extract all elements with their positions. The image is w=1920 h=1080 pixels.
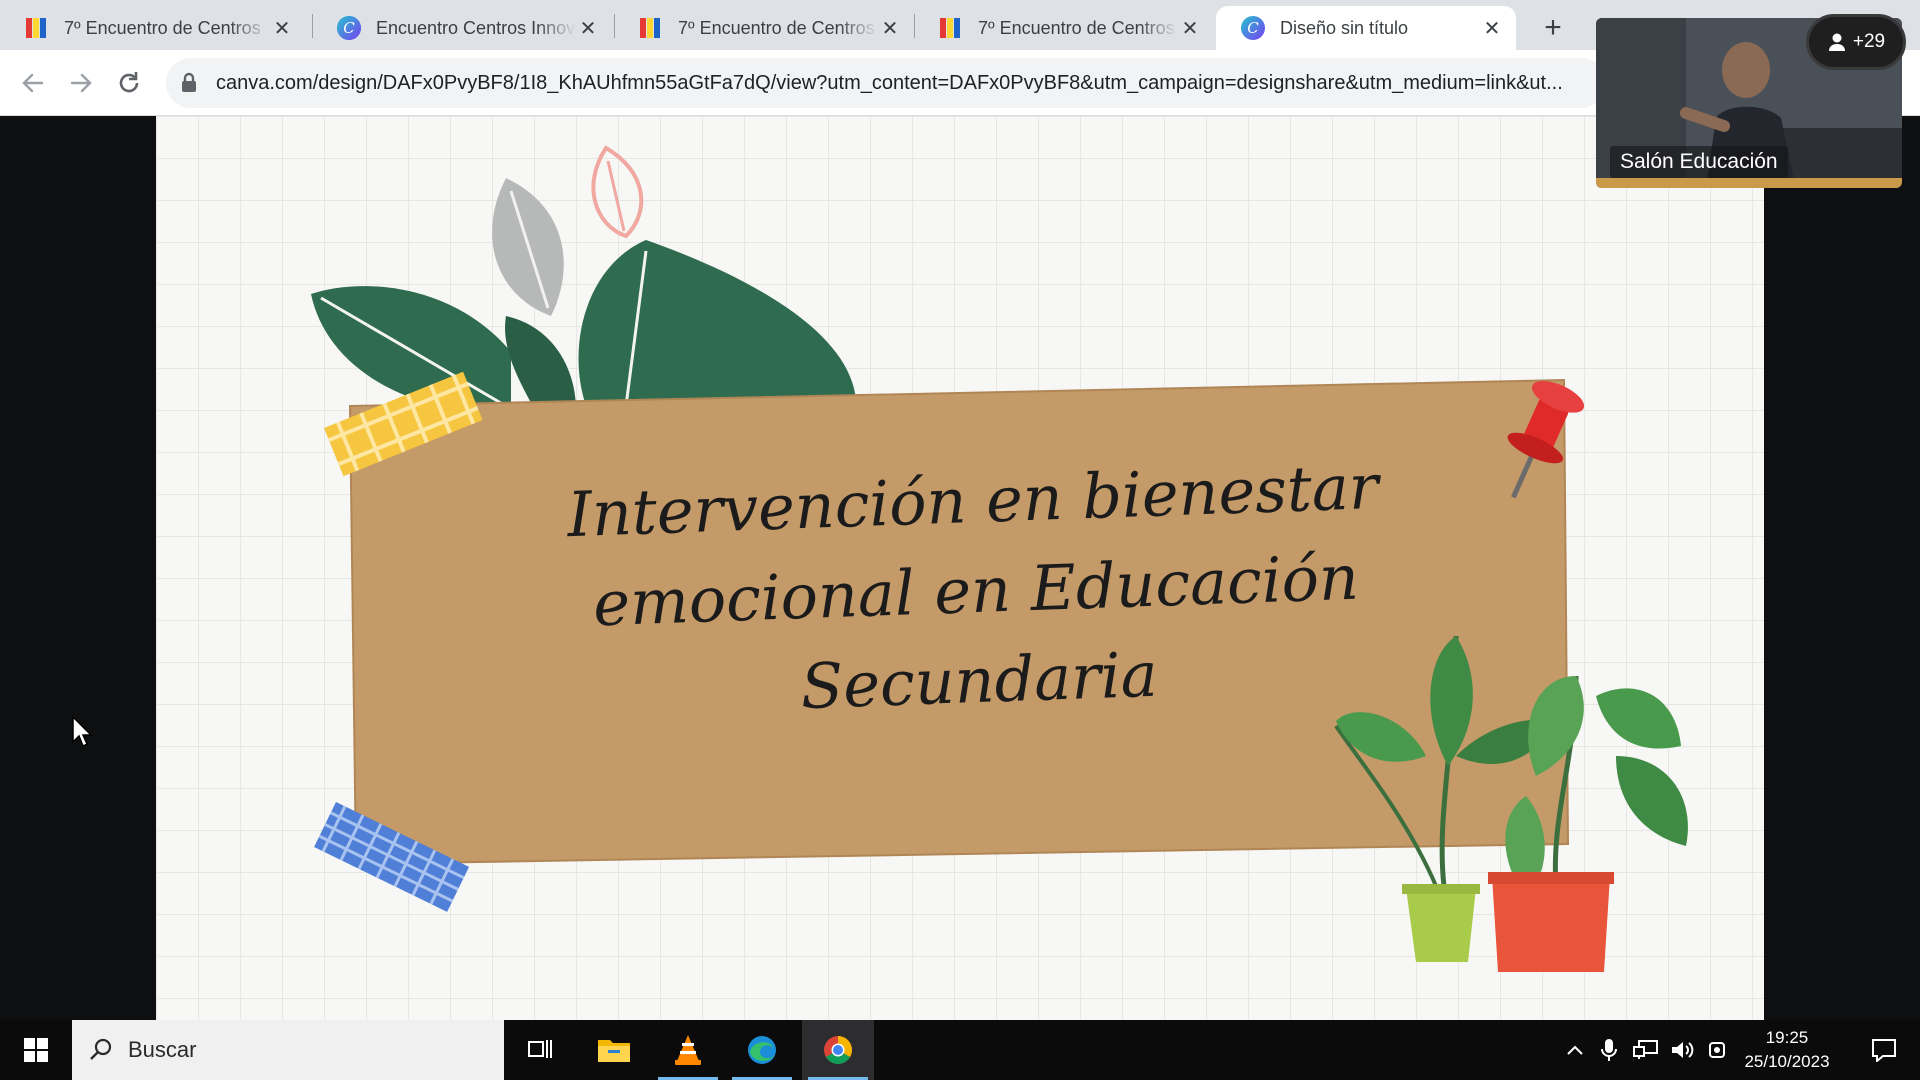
network-icon (1633, 1040, 1658, 1059)
screen: 7º Encuentro de Centros ✕ C Encuentro Ce… (0, 0, 1920, 1080)
participant-count-badge[interactable]: +29 (1806, 14, 1906, 70)
tab-title: 7º Encuentro de Centros (978, 17, 1175, 38)
tab-title: Encuentro Centros Innov (376, 17, 576, 38)
close-icon[interactable]: ✕ (576, 16, 600, 40)
colored-logo-icon (640, 18, 660, 38)
tab-title: 7º Encuentro de Centros (678, 17, 875, 38)
canva-icon: C (1241, 16, 1265, 40)
vlc-button[interactable] (652, 1020, 724, 1080)
mouse-cursor-icon (72, 716, 93, 748)
close-icon[interactable]: ✕ (1480, 16, 1504, 40)
leaves-decoration (311, 145, 857, 413)
search-icon (90, 1038, 112, 1060)
network-tray-button[interactable] (1630, 1020, 1662, 1080)
speaker-volume-icon (1672, 1042, 1694, 1058)
chevron-up-icon (1567, 1045, 1583, 1055)
colored-logo-icon (26, 18, 46, 38)
canva-icon: C (337, 16, 361, 40)
windows-taskbar: Buscar 19:25 25/10/2023 (0, 1020, 1920, 1080)
search-placeholder: Buscar (128, 1037, 197, 1062)
back-button[interactable] (14, 64, 52, 102)
forward-button[interactable] (62, 64, 100, 102)
meet-now-tray-button[interactable] (1704, 1020, 1730, 1080)
new-tab-button[interactable]: + (1535, 10, 1571, 46)
participant-name: Salón Educación (1610, 146, 1788, 178)
browser-tab[interactable]: 7º Encuentro de Centros ✕ (614, 6, 914, 50)
browser-tab-active[interactable]: C Diseño sin título ✕ (1216, 6, 1516, 50)
task-view-icon (528, 1040, 552, 1058)
plus-icon: + (1544, 11, 1562, 44)
browser-tab[interactable]: 7º Encuentro de Centros ✕ (0, 6, 306, 50)
presentation-slide: Intervención en bienestar emocional en E… (156, 116, 1764, 1020)
microphone-icon (1601, 1039, 1617, 1061)
start-button[interactable] (0, 1020, 72, 1080)
show-hidden-icons-button[interactable] (1560, 1020, 1590, 1080)
participant-count: +29 (1852, 31, 1886, 52)
close-icon[interactable]: ✕ (270, 16, 294, 40)
taskbar-search-box[interactable]: Buscar (72, 1020, 504, 1080)
file-explorer-button[interactable] (578, 1020, 650, 1080)
edge-button[interactable] (726, 1020, 798, 1080)
svg-text:C: C (1247, 19, 1259, 37)
person-icon (1828, 33, 1845, 51)
colored-logo-icon (940, 18, 960, 38)
edge-icon (748, 1036, 776, 1064)
close-icon[interactable]: ✕ (1178, 16, 1202, 40)
chrome-button[interactable] (802, 1020, 874, 1080)
task-view-button[interactable] (504, 1020, 576, 1080)
close-icon[interactable]: ✕ (878, 16, 902, 40)
browser-tab[interactable]: 7º Encuentro de Centros ✕ (914, 6, 1214, 50)
address-bar[interactable]: canva.com/design/DAFx0PvyBF8/1I8_KhAUhfm… (166, 58, 1606, 108)
notification-center-button[interactable] (1856, 1020, 1912, 1080)
lock-icon (182, 72, 196, 92)
svg-text:C: C (343, 19, 355, 37)
reload-button[interactable] (110, 64, 148, 102)
windows-logo-icon (24, 1038, 48, 1062)
clock-date: 25/10/2023 (1744, 1052, 1830, 1071)
url-text: canva.com/design/DAFx0PvyBF8/1I8_KhAUhfm… (216, 71, 1563, 94)
vlc-icon (675, 1035, 701, 1065)
meet-now-icon (1709, 1042, 1725, 1058)
system-clock[interactable]: 19:25 25/10/2023 (1728, 1026, 1846, 1074)
notification-icon (1872, 1039, 1896, 1062)
tab-title: Diseño sin título (1280, 17, 1409, 38)
microphone-tray-button[interactable] (1596, 1020, 1622, 1080)
file-explorer-icon (598, 1040, 630, 1062)
reload-icon (119, 72, 139, 93)
slide-title: Intervención en bienestar emocional en E… (452, 438, 1501, 744)
arrow-right-icon (70, 73, 92, 93)
clock-time: 19:25 (1765, 1028, 1809, 1047)
volume-tray-button[interactable] (1668, 1020, 1698, 1080)
tab-title: 7º Encuentro de Centros (64, 17, 261, 38)
chrome-icon (824, 1036, 852, 1064)
browser-tab[interactable]: C Encuentro Centros Innov ✕ (312, 6, 612, 50)
arrow-left-icon (22, 73, 44, 93)
